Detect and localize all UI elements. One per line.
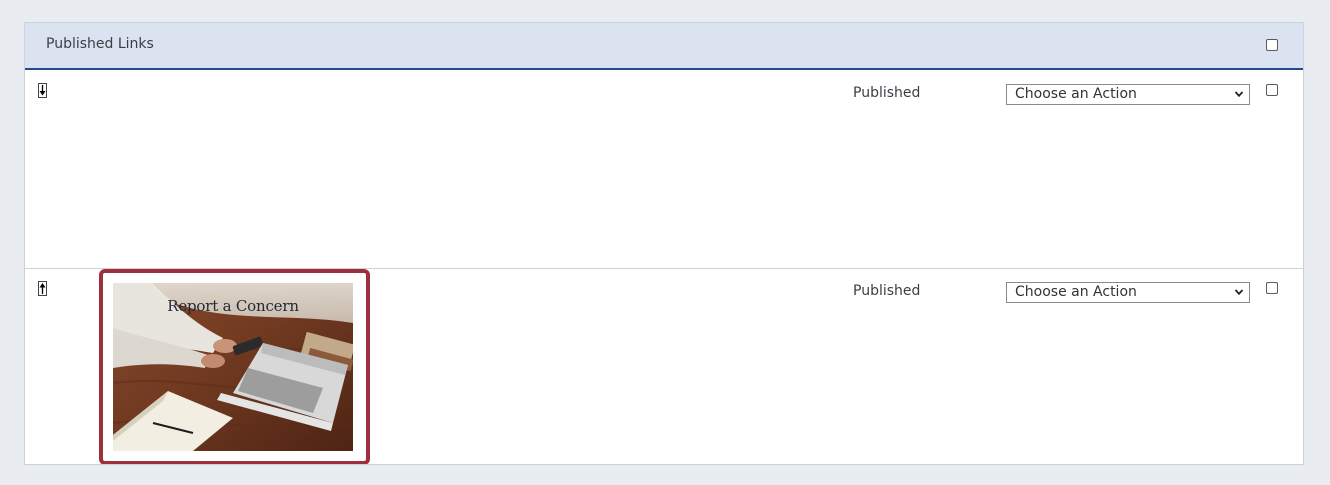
move-up-icon[interactable] <box>38 281 47 296</box>
action-select-value: Choose an Action <box>1015 284 1137 300</box>
select-all-checkbox[interactable] <box>1266 39 1278 51</box>
link-thumbnail-image[interactable]: Report a Concern <box>113 283 353 451</box>
chevron-down-icon <box>1234 289 1244 296</box>
row-checkbox[interactable] <box>1266 282 1278 294</box>
status-label: Published <box>853 85 921 101</box>
thumbnail-title: Report a Concern <box>167 297 299 315</box>
action-select-value: Choose an Action <box>1015 86 1137 102</box>
row-checkbox[interactable] <box>1266 84 1278 96</box>
move-down-icon[interactable] <box>38 83 47 98</box>
panel-title: Published Links <box>46 36 154 52</box>
action-select[interactable]: Choose an Action <box>1006 84 1250 105</box>
published-links-panel: Published Links Published Choose an Acti… <box>24 22 1304 465</box>
panel-header: Published Links <box>25 23 1303 70</box>
status-label: Published <box>853 283 921 299</box>
highlighted-thumbnail-frame: Report a Concern <box>99 269 370 464</box>
list-row: Report a Concern Published Choose an Act… <box>25 269 1303 464</box>
list-row: Published Choose an Action <box>25 70 1303 269</box>
action-select[interactable]: Choose an Action <box>1006 282 1250 303</box>
chevron-down-icon <box>1234 91 1244 98</box>
